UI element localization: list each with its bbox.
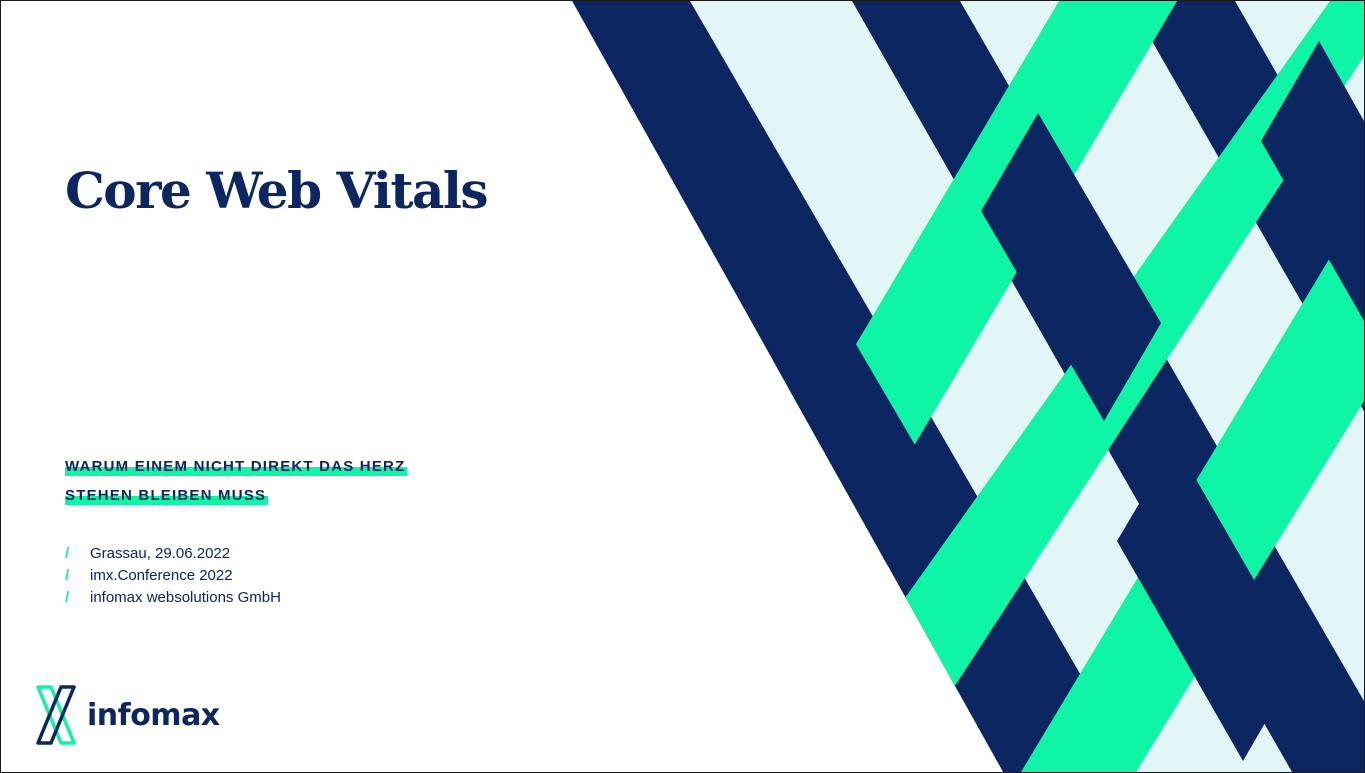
event-location-date: / Grassau, 29.06.2022 <box>65 542 281 564</box>
slash-bullet-icon: / <box>65 544 70 562</box>
title-slide: Core Web Vitals WARUM EINEM NICHT DIREKT… <box>0 0 1365 773</box>
infomax-logo-text: infomax <box>87 697 220 733</box>
subtitle-line-1-text: WARUM EINEM NICHT DIREKT DAS HERZ <box>65 456 408 476</box>
subtitle-line-2-text: STEHEN BLEIBEN MUSS <box>65 485 269 505</box>
company-name-text: infomax websolutions GmbH <box>90 588 281 606</box>
event-details-list: / Grassau, 29.06.2022 / imx.Conference 2… <box>65 542 281 608</box>
slide-title: Core Web Vitals <box>65 161 489 220</box>
event-location-date-text: Grassau, 29.06.2022 <box>90 544 231 562</box>
event-name-text: imx.Conference 2022 <box>90 566 233 584</box>
company-name: / infomax websolutions GmbH <box>65 586 281 608</box>
subtitle-line: STEHEN BLEIBEN MUSS <box>65 485 407 505</box>
infomax-logo: infomax <box>35 684 220 746</box>
slash-bullet-icon: / <box>65 588 70 606</box>
event-name: / imx.Conference 2022 <box>65 564 281 586</box>
subtitle-line: WARUM EINEM NICHT DIREKT DAS HERZ <box>65 456 408 476</box>
infomax-logo-icon <box>36 685 76 745</box>
decorative-stripe-pattern <box>572 1 1364 772</box>
slash-bullet-icon: / <box>65 566 70 584</box>
slide-subtitle: WARUM EINEM NICHT DIREKT DAS HERZ STEHEN… <box>65 456 408 514</box>
